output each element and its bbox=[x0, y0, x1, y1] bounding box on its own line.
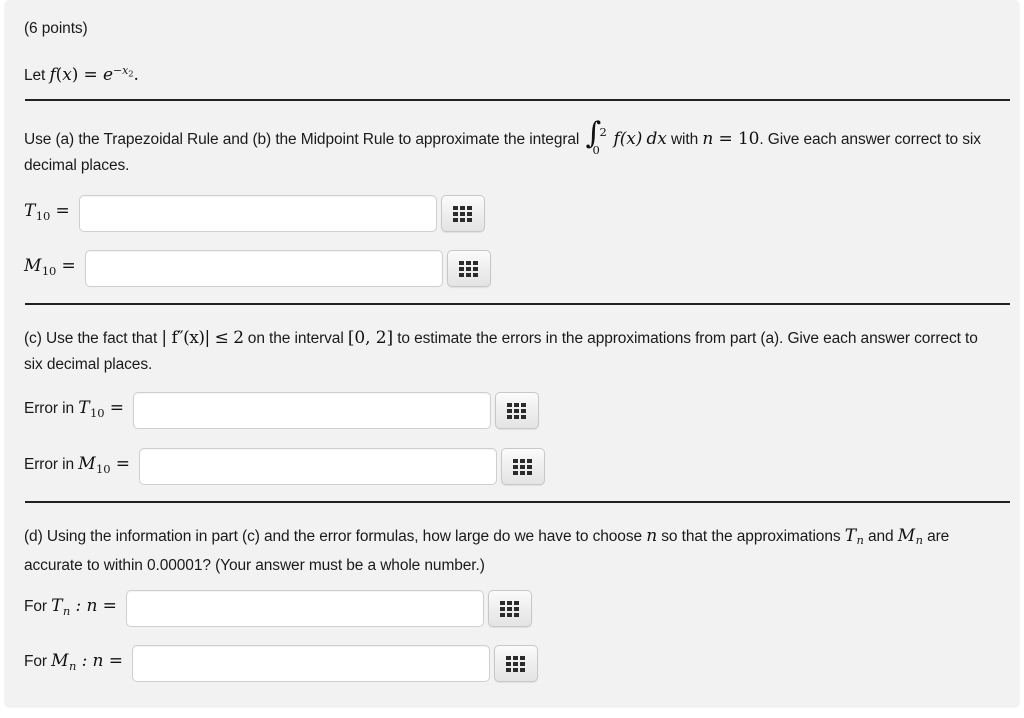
part-c-text-2: on the interval bbox=[243, 330, 348, 347]
part-c-text-1: (c) Use the fact that bbox=[24, 330, 162, 347]
answer-field-t10 bbox=[78, 195, 485, 232]
answer-label-for-mn: For Mn : n = bbox=[24, 648, 132, 678]
answer-separator: : n bbox=[76, 651, 104, 672]
part-d-t-subscript: n bbox=[856, 533, 864, 548]
divider-1 bbox=[25, 99, 1010, 101]
answer-label-prefix: Error in bbox=[24, 400, 79, 418]
answer-row-m10: M10 = bbox=[24, 250, 491, 287]
definition-x: x bbox=[62, 65, 72, 86]
part-a-text-2: with bbox=[666, 131, 703, 148]
keypad-grid-icon bbox=[500, 600, 520, 617]
answer-label-for-tn: For Tn : n = bbox=[24, 593, 126, 623]
part-c-statement: (c) Use the fact that | f″(x)| ≤ 2 on th… bbox=[24, 325, 999, 378]
keypad-grid-icon-button-for-tn[interactable] bbox=[487, 590, 532, 627]
answer-subscript: 10 bbox=[96, 461, 111, 476]
part-d-t-symbol: T bbox=[844, 526, 856, 546]
answer-row-error-m10: Error in M10 = bbox=[24, 448, 545, 485]
answer-symbol: M bbox=[51, 651, 69, 672]
keypad-grid-icon-button-m10[interactable] bbox=[446, 250, 491, 287]
divider-3 bbox=[25, 501, 1010, 503]
answer-input-t10[interactable] bbox=[78, 195, 437, 232]
answer-subscript: 10 bbox=[41, 263, 57, 278]
part-d-text-2: so that the approximations bbox=[657, 528, 845, 545]
keypad-grid-icon bbox=[513, 458, 533, 475]
keypad-grid-icon bbox=[453, 205, 473, 222]
part-d-statement: (d) Using the information in part (c) an… bbox=[24, 523, 999, 579]
answer-input-m10[interactable] bbox=[84, 250, 443, 287]
part-a-statement: Use (a) the Trapezoidal Rule and (b) the… bbox=[24, 119, 999, 179]
keypad-grid-icon bbox=[506, 655, 526, 672]
part-d-text-1: (d) Using the information in part (c) an… bbox=[24, 528, 647, 545]
answer-separator: : n bbox=[70, 596, 98, 617]
answer-symbol: M bbox=[24, 256, 42, 277]
answer-subscript: 10 bbox=[35, 208, 51, 223]
answer-label-prefix: For bbox=[24, 598, 52, 616]
answer-field-error-t10 bbox=[132, 392, 539, 429]
integral-lower-limit: 0 bbox=[592, 143, 600, 157]
definition-lead: Let bbox=[24, 67, 50, 85]
definition-exponent-sign: − bbox=[112, 64, 123, 77]
answer-label-t10: T10 = bbox=[24, 198, 79, 228]
definition-period: . bbox=[133, 65, 139, 86]
answer-symbol: T bbox=[78, 398, 90, 419]
part-d-m-symbol: M bbox=[897, 526, 916, 546]
integral-symbol: ∫ 2 0 bbox=[583, 119, 613, 158]
answer-input-for-mn[interactable] bbox=[131, 645, 490, 682]
integral-upper-limit: 2 bbox=[599, 125, 607, 139]
answer-equals: = bbox=[103, 651, 123, 672]
integrand-dx: dx bbox=[646, 129, 667, 149]
part-c-math-2: [0, 2] bbox=[347, 328, 393, 348]
keypad-grid-icon-button-error-t10[interactable] bbox=[494, 392, 539, 429]
answer-row-error-t10: Error in T10 = bbox=[24, 392, 539, 429]
answer-equals: = bbox=[104, 398, 124, 419]
definition-close-equals: ) = bbox=[71, 65, 104, 86]
part-a-n-value: 10 bbox=[737, 129, 760, 149]
answer-symbol: T bbox=[51, 596, 63, 617]
answer-input-for-tn[interactable] bbox=[125, 590, 484, 627]
answer-equals: = bbox=[97, 596, 117, 617]
part-d-n-symbol: n bbox=[646, 526, 658, 546]
answer-equals: = bbox=[110, 454, 130, 475]
function-definition: Let f(x) = e−x2. bbox=[24, 58, 139, 89]
part-c-math-1: | f″(x)| ≤ 2 bbox=[161, 328, 244, 348]
part-a-equals: = bbox=[713, 129, 738, 149]
part-a-text-1: Use (a) the Trapezoidal Rule and (b) the… bbox=[24, 131, 584, 148]
answer-row-for-tn: For Tn : n = bbox=[24, 590, 532, 627]
keypad-grid-icon bbox=[459, 260, 479, 277]
answer-label-error-t10: Error in T10 = bbox=[24, 395, 133, 425]
answer-symbol: M bbox=[78, 454, 96, 475]
answer-field-for-tn bbox=[125, 590, 532, 627]
answer-label-prefix: For bbox=[24, 653, 52, 671]
keypad-grid-icon-button-error-m10[interactable] bbox=[500, 448, 545, 485]
answer-equals: = bbox=[50, 201, 70, 222]
answer-field-m10 bbox=[84, 250, 491, 287]
answer-label-error-m10: Error in M10 = bbox=[24, 451, 139, 481]
answer-symbol: T bbox=[24, 201, 36, 222]
part-d-m-subscript: n bbox=[915, 533, 923, 548]
answer-label-prefix: Error in bbox=[24, 456, 79, 474]
points-label: (6 points) bbox=[24, 20, 88, 37]
answer-field-for-mn bbox=[131, 645, 538, 682]
divider-2 bbox=[25, 303, 1010, 305]
integrand-argument: (x) bbox=[619, 129, 643, 149]
part-a-n-symbol: n bbox=[702, 129, 714, 149]
answer-row-t10: T10 = bbox=[24, 195, 485, 232]
problem-panel: (6 points) Let f(x) = e−x2. Use (a) the … bbox=[5, 0, 1019, 706]
answer-input-error-t10[interactable] bbox=[132, 392, 491, 429]
answer-subscript: 10 bbox=[89, 405, 105, 420]
part-d-text-3: and bbox=[863, 528, 898, 545]
keypad-grid-icon bbox=[507, 402, 527, 419]
answer-label-m10: M10 = bbox=[24, 253, 85, 283]
keypad-grid-icon-button-t10[interactable] bbox=[440, 195, 485, 232]
answer-row-for-mn: For Mn : n = bbox=[24, 645, 538, 682]
keypad-grid-icon-button-for-mn[interactable] bbox=[493, 645, 538, 682]
answer-input-error-m10[interactable] bbox=[138, 448, 497, 485]
answer-equals: = bbox=[56, 256, 76, 277]
definition-base-e: e bbox=[103, 65, 113, 86]
answer-field-error-m10 bbox=[138, 448, 545, 485]
